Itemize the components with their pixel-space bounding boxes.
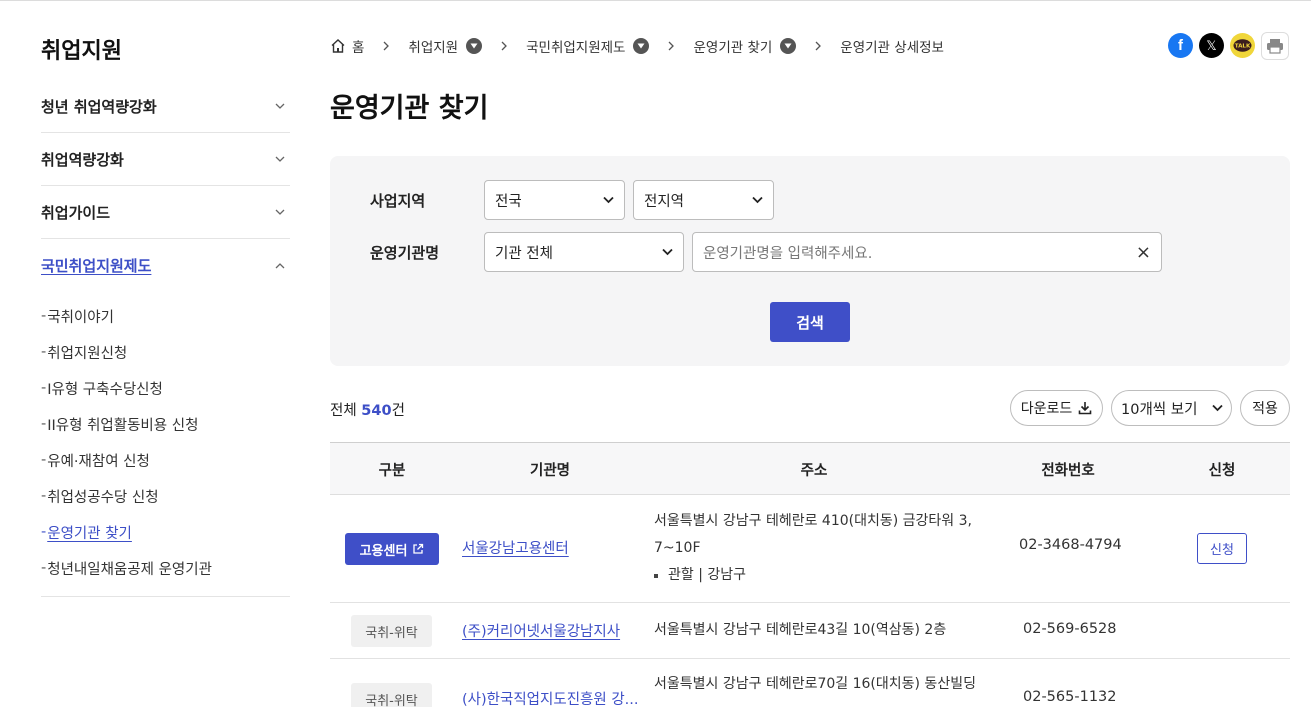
svg-text:TALK: TALK — [1235, 43, 1251, 49]
phone-number: 02-565-1132 — [1023, 689, 1117, 705]
breadcrumb-home-label: 홈 — [352, 40, 365, 56]
breadcrumb-label: 운영기관 상세정보 — [840, 40, 944, 56]
page-size-select[interactable]: 10개씩 보기 — [1111, 390, 1232, 426]
address-line: 서울특별시 강남구 테헤란로 410(대치동) 금강타워 3, — [654, 513, 972, 529]
breadcrumb-item[interactable]: 취업지원 — [408, 36, 483, 56]
type-badge: 국취-위탁 — [351, 683, 432, 707]
submenu-item[interactable]: - 취업지원신청 — [41, 334, 290, 370]
header-phone: 전화번호 — [1041, 462, 1095, 479]
dropdown-circle-icon[interactable] — [466, 38, 483, 54]
breadcrumb-label: 운영기관 찾기 — [693, 40, 773, 56]
chevron-right-icon — [814, 41, 822, 51]
subregion-select[interactable]: 전지역 — [633, 180, 774, 220]
external-link-icon — [413, 543, 424, 554]
header-apply: 신청 — [1208, 462, 1236, 479]
sidebar-item-label: 취업역량강화 — [41, 150, 124, 169]
kakaotalk-icon[interactable]: TALK — [1230, 33, 1255, 58]
sidebar-item-label: 취업가이드 — [41, 203, 111, 222]
dropdown-circle-icon[interactable] — [633, 38, 650, 54]
org-name-placeholder: 운영기관명을 입력해주세요. — [703, 245, 873, 262]
breadcrumb-item[interactable]: 운영기관 찾기 — [693, 36, 797, 56]
type-badge-employment-center[interactable]: 고용센터 — [345, 533, 439, 565]
chevron-down-icon — [662, 248, 673, 256]
sidebar-item-label: 국민취업지원제도 — [41, 257, 152, 275]
region-label: 사업지역 — [370, 192, 426, 210]
submenu-item[interactable]: - II유형 취업활동비용 신청 — [41, 406, 290, 442]
bullet-icon — [654, 573, 658, 578]
sidebar-item-employment-guide[interactable]: 취업가이드 — [41, 186, 290, 239]
submenu-item-current[interactable]: - 운영기관 찾기 — [41, 514, 290, 550]
total-count: 전체 540건 — [330, 403, 405, 419]
top-border — [0, 0, 1311, 1]
download-icon — [1078, 402, 1092, 415]
breadcrumb-item[interactable]: 국민취업지원제도 — [526, 36, 650, 56]
submenu-item[interactable]: - 청년내일채움공제 운영기관 — [41, 550, 290, 586]
type-badge: 국취-위탁 — [351, 615, 432, 647]
submenu-item[interactable]: - 유예·재참여 신청 — [41, 442, 290, 478]
table-row: 고용센터 서울강남고용센터 서울특별시 강남구 테헤란로 410(대치동) 금강… — [330, 495, 1290, 603]
org-name-label: 운영기관명 — [370, 244, 440, 262]
chevron-down-icon — [275, 209, 285, 215]
results-table: 구분 기관명 주소 전화번호 신청 고용센터 서울강남고용센터 서울특별시 강남… — [330, 442, 1290, 707]
submenu-item[interactable]: - I유형 구축수당신청 — [41, 370, 290, 406]
table-header: 구분 기관명 주소 전화번호 신청 — [330, 442, 1290, 495]
org-name-input[interactable]: 운영기관명을 입력해주세요. × — [692, 232, 1162, 272]
table-row: 국취-위탁 (주)커리어넷서울강남지사 서울특별시 강남구 테헤란로43길 10… — [330, 603, 1290, 659]
breadcrumb-label: 취업지원 — [408, 40, 459, 56]
home-icon — [330, 38, 346, 54]
sidebar-item-youth-employment[interactable]: 청년 취업역량강화 — [41, 80, 290, 133]
header-name: 기관명 — [529, 462, 571, 479]
chevron-right-icon — [667, 41, 675, 51]
address-line: 서울특별시 강남구 테헤란로43길 10(역삼동) 2층 — [654, 622, 947, 638]
search-button[interactable]: 검색 — [770, 302, 850, 342]
org-name-link[interactable]: 서울강남고용센터 — [462, 537, 569, 558]
chevron-up-icon — [275, 262, 285, 268]
chevron-down-icon — [1212, 404, 1223, 412]
chevron-down-icon — [752, 196, 763, 204]
chevron-right-icon — [382, 41, 390, 51]
header-address: 주소 — [800, 462, 828, 479]
phone-number: 02-569-6528 — [1023, 621, 1117, 637]
chevron-down-icon — [275, 156, 285, 162]
apply-row-button[interactable]: 신청 — [1197, 533, 1247, 564]
share-buttons: f 𝕏 TALK — [1168, 32, 1289, 60]
dropdown-circle-icon[interactable] — [780, 38, 797, 54]
close-icon[interactable]: × — [1136, 242, 1151, 263]
breadcrumb-current: 운영기관 상세정보 — [840, 36, 944, 56]
total-count-number: 540 — [361, 403, 392, 419]
sidebar-item-national-employment-support[interactable]: 국민취업지원제도 — [41, 239, 290, 292]
submenu-item[interactable]: - 국취이야기 — [41, 298, 290, 334]
org-name-link[interactable]: (사)한국직업지도진흥원 강... — [462, 688, 639, 707]
sidebar-item-label: 청년 취업역량강화 — [41, 97, 157, 116]
download-button[interactable]: 다운로드 — [1010, 390, 1103, 426]
jurisdiction: 관할 | 강남구 — [654, 562, 746, 589]
facebook-icon[interactable]: f — [1168, 33, 1193, 58]
chevron-right-icon — [500, 41, 508, 51]
sidebar-menu: 청년 취업역량강화 취업역량강화 취업가이드 국민취업지원제도 - 국취이야기 -… — [41, 80, 290, 597]
chevron-down-icon — [603, 196, 614, 204]
x-icon[interactable]: 𝕏 — [1199, 33, 1224, 58]
phone-number: 02-3468-4794 — [1019, 537, 1122, 553]
sidebar-item-employment-capacity[interactable]: 취업역량강화 — [41, 133, 290, 186]
search-panel: 사업지역 전국 전지역 운영기관명 기관 전체 운영기관명을 입력해주세요. ×… — [330, 156, 1290, 366]
org-type-select[interactable]: 기관 전체 — [484, 232, 684, 272]
breadcrumb-home[interactable]: 홈 — [330, 36, 364, 56]
table-row: 국취-위탁 (사)한국직업지도진흥원 강... 서울특별시 강남구 테헤란로70… — [330, 659, 1290, 707]
sidebar-title: 취업지원 — [41, 39, 122, 64]
address-line: 서울특별시 강남구 테헤란로70길 16(대치동) 동산빌딩 — [654, 676, 976, 692]
region-select[interactable]: 전국 — [484, 180, 625, 220]
header-type: 구분 — [378, 462, 406, 479]
sidebar-submenu: - 국취이야기 - 취업지원신청 - I유형 구축수당신청 - II유형 취업활동비용 … — [41, 292, 290, 597]
address-line: 7~10F — [654, 540, 701, 556]
chevron-down-icon — [275, 103, 285, 109]
apply-button[interactable]: 적용 — [1240, 390, 1290, 426]
submenu-item[interactable]: - 취업성공수당 신청 — [41, 478, 290, 514]
page-title: 운영기관 찾기 — [330, 93, 489, 124]
print-icon[interactable] — [1261, 32, 1289, 60]
breadcrumb-label: 국민취업지원제도 — [526, 40, 626, 56]
org-name-link[interactable]: (주)커리어넷서울강남지사 — [462, 620, 620, 641]
breadcrumb: 홈 취업지원 국민취업지원제도 운영기관 찾기 운영기관 상세정보 — [330, 34, 944, 58]
